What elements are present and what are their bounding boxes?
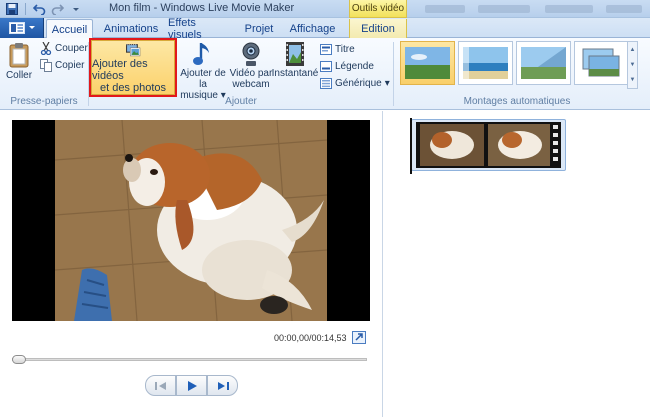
app-menu-icon xyxy=(8,22,25,34)
seek-slider-thumb[interactable] xyxy=(12,355,26,364)
add-videos-label-line1: Ajouter des vidéos xyxy=(92,58,148,82)
save-icon[interactable] xyxy=(4,2,19,16)
seek-bar[interactable] xyxy=(12,358,367,361)
next-frame-icon xyxy=(217,381,229,390)
title-bar: Mon film - Windows Live Movie Maker Outi… xyxy=(0,0,650,18)
credits-button[interactable]: Générique ▾ xyxy=(320,75,390,91)
title-icon xyxy=(320,43,332,55)
ribbon-tab-row: Accueil Animations Effets visuels Projet… xyxy=(0,17,650,41)
previous-frame-icon xyxy=(154,381,166,390)
next-frame-button[interactable] xyxy=(207,375,238,396)
scissors-icon xyxy=(40,41,52,55)
storyboard-pane[interactable] xyxy=(384,111,650,417)
gallery-scroll-buttons[interactable]: ▲ ▼ ▼ xyxy=(627,41,638,89)
play-icon xyxy=(187,380,197,391)
gallery-expand-icon[interactable]: ▼ xyxy=(630,77,636,83)
tab-animations[interactable]: Animations xyxy=(97,19,165,38)
chevron-down-icon[interactable]: ▼ xyxy=(630,62,636,68)
film-photo-icon xyxy=(126,44,141,57)
cut-button[interactable]: Couper xyxy=(40,40,88,56)
add-videos-label-line2: et des photos xyxy=(99,82,167,94)
copy-button[interactable]: Copier xyxy=(40,57,84,73)
redo-icon[interactable] xyxy=(50,2,65,16)
copy-label: Copier xyxy=(55,59,85,71)
preview-pane: 00:00,00/00:14,53 xyxy=(0,111,383,417)
paste-label: Coller xyxy=(5,70,33,81)
music-note-icon xyxy=(193,43,209,65)
ribbon: Coller Couper Copier Presse-papiers Ajou… xyxy=(0,38,650,110)
add-group-label: Ajouter xyxy=(225,96,257,107)
automovie-themes-gallery xyxy=(398,41,629,89)
expand-icon xyxy=(355,333,363,341)
add-music-label-line1: Ajouter de la xyxy=(180,68,226,90)
webcam-label-line2: webcam xyxy=(232,79,270,90)
tab-affichage[interactable]: Affichage xyxy=(285,19,340,38)
theme-item[interactable] xyxy=(516,41,571,85)
tab-effets-visuels[interactable]: Effets visuels xyxy=(168,17,232,41)
theme-thumbnail xyxy=(582,48,620,77)
chevron-down-icon: ▾ xyxy=(384,77,390,89)
play-button[interactable] xyxy=(176,375,207,396)
snapshot-button[interactable]: Instantané xyxy=(272,40,318,79)
caption-button[interactable]: Légende xyxy=(320,58,374,74)
theme-thumbnail xyxy=(405,47,450,79)
tab-edition[interactable]: Edition xyxy=(349,19,407,38)
blurred-area xyxy=(606,5,642,13)
add-videos-and-photos-button[interactable]: Ajouter des vidéos et des photos xyxy=(89,38,177,97)
paste-button[interactable]: Coller xyxy=(4,42,34,81)
video-preview[interactable] xyxy=(12,120,370,321)
app-menu-button[interactable] xyxy=(0,18,44,38)
title-button[interactable]: Titre xyxy=(320,41,355,57)
blurred-area xyxy=(545,5,593,13)
theme-item[interactable] xyxy=(400,41,455,85)
main-area: 00:00,00/00:14,53 xyxy=(0,111,650,417)
window-title: Mon film - Windows Live Movie Maker xyxy=(109,2,295,14)
copy-icon xyxy=(40,58,52,72)
theme-item[interactable] xyxy=(574,41,629,85)
webcam-label-line1: Vidéo par xyxy=(229,68,273,79)
credits-icon xyxy=(320,77,332,89)
tab-accueil[interactable]: Accueil xyxy=(46,19,93,39)
caption-icon xyxy=(320,60,332,72)
playback-controls xyxy=(145,375,238,396)
customize-toolbar-icon[interactable] xyxy=(68,2,83,16)
quick-access-toolbar xyxy=(4,2,83,16)
qat-separator xyxy=(25,3,26,15)
credits-label: Générique xyxy=(335,77,382,89)
blurred-area xyxy=(478,5,530,13)
video-clip[interactable] xyxy=(411,119,566,171)
theme-thumbnail xyxy=(463,47,508,79)
theme-thumbnail xyxy=(521,47,566,79)
automovie-group-label: Montages automatiques xyxy=(463,96,571,107)
snapshot-label: Instantané xyxy=(271,68,319,79)
title-label: Titre xyxy=(335,43,355,55)
clipboard-icon xyxy=(9,43,29,68)
add-music-button[interactable]: Ajouter de la musique ▾ xyxy=(176,40,230,101)
webcam-video-button[interactable]: Vidéo par webcam xyxy=(228,40,274,90)
webcam-icon xyxy=(242,42,260,66)
undo-icon[interactable] xyxy=(32,2,47,16)
blurred-area xyxy=(425,5,465,13)
storyboard-playhead[interactable] xyxy=(410,118,412,174)
previous-frame-button[interactable] xyxy=(145,375,176,396)
clip-filmstrip xyxy=(416,122,561,168)
video-frame xyxy=(12,120,370,321)
clipboard-group-label: Presse-papiers xyxy=(10,96,78,107)
cut-label: Couper xyxy=(55,42,88,54)
fullscreen-button[interactable] xyxy=(352,331,366,344)
video-tools-header: Outils vidéo xyxy=(349,0,407,18)
time-readout: 00:00,00/00:14,53 xyxy=(274,333,347,343)
theme-item[interactable] xyxy=(458,41,513,85)
chevron-down-icon xyxy=(28,26,35,29)
tab-projet[interactable]: Projet xyxy=(239,19,279,38)
caption-label: Légende xyxy=(335,60,374,72)
chevron-up-icon[interactable]: ▲ xyxy=(630,47,636,53)
film-frame-icon xyxy=(286,42,304,66)
